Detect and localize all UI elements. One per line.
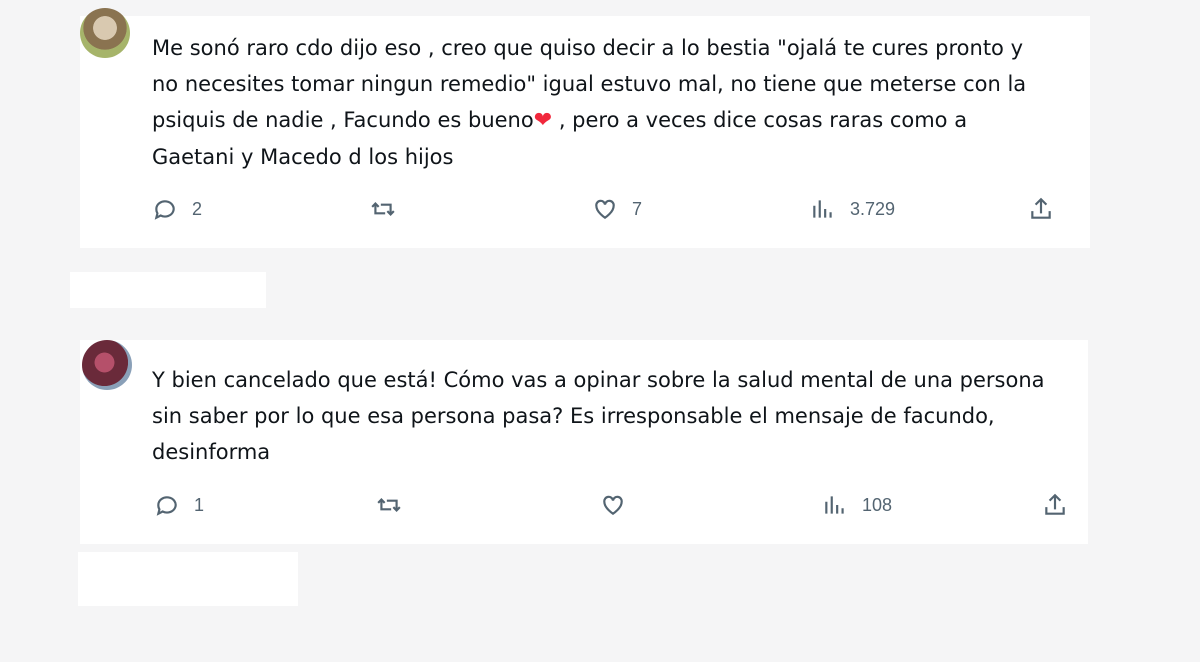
heart-emoji: ❤ <box>533 108 553 133</box>
share-icon <box>1031 197 1051 219</box>
tweet-actions: 2 7 3.729 <box>80 196 1090 228</box>
share-button[interactable] <box>1042 492 1068 518</box>
retweet-icon <box>377 498 401 512</box>
like-count: 7 <box>632 198 643 219</box>
reply-button[interactable]: 1 <box>154 492 204 518</box>
heart-icon <box>595 199 615 219</box>
views-button[interactable]: 3.729 <box>810 196 895 222</box>
share-icon <box>1045 493 1065 515</box>
heart-icon <box>603 495 623 515</box>
views-chart-icon <box>813 200 832 218</box>
tweet-actions: 1 108 <box>80 492 1088 524</box>
tweet-card[interactable]: Me sonó raro cdo dijo eso , creo que qui… <box>80 8 1090 248</box>
tweet-text: Y bien cancelado que está! Cómo vas a op… <box>152 368 1052 464</box>
avatar[interactable] <box>82 340 132 390</box>
like-button[interactable] <box>600 492 640 518</box>
like-button[interactable]: 7 <box>592 196 642 222</box>
reply-button[interactable]: 2 <box>152 196 202 222</box>
views-chart-icon <box>825 496 844 514</box>
view-count: 108 <box>862 494 893 515</box>
placeholder-block <box>70 272 266 308</box>
retweet-button[interactable] <box>376 492 416 518</box>
tweet-header <box>152 4 162 18</box>
tweet-header <box>152 334 162 348</box>
retweet-button[interactable] <box>370 196 410 222</box>
view-count: 3.729 <box>850 198 896 219</box>
share-button[interactable] <box>1028 196 1054 222</box>
tweet-card[interactable]: Y bien cancelado que está! Cómo vas a op… <box>80 340 1088 544</box>
reply-count: 1 <box>194 494 205 515</box>
avatar[interactable] <box>80 8 130 58</box>
reply-count: 2 <box>192 198 203 219</box>
placeholder-block <box>78 552 298 606</box>
reply-icon <box>156 496 177 516</box>
tweet-text: Me sonó raro cdo dijo eso , creo que qui… <box>152 30 1050 175</box>
views-button[interactable]: 108 <box>822 492 892 518</box>
retweet-icon <box>371 202 395 216</box>
reply-icon <box>154 200 175 220</box>
